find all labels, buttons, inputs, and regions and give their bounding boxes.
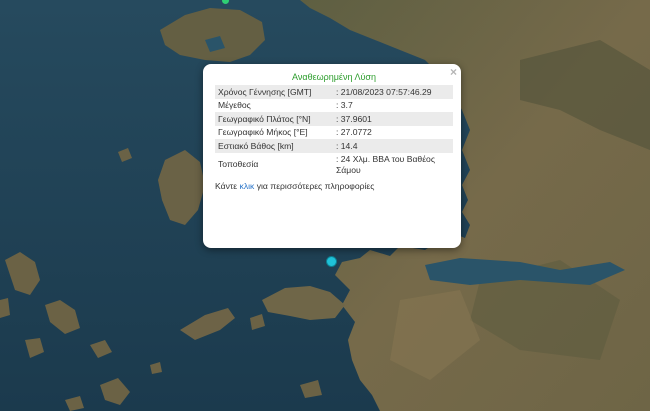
row-latitude: Γεωγραφικό Πλάτος [°N] : 37.9601: [215, 112, 453, 126]
info-table: Χρόνος Γέννησης [GMT] : 21/08/2023 07:57…: [215, 85, 453, 177]
footer-pre: Κάντε: [215, 180, 240, 191]
popup-title: Αναθεωρημένη Λύση: [292, 72, 376, 82]
footer-post: για περισσότερες πληροφορίες: [254, 180, 375, 191]
row-depth: Εστιακό Βάθος [km] : 14.4: [215, 139, 453, 153]
row-location: Τοποθεσία : 24 Χλμ. ΒΒΑ του Βαθέος Σάμου: [215, 153, 453, 177]
earthquake-info-popup: × Αναθεωρημένη Λύση Χρόνος Γέννησης [GMT…: [203, 64, 461, 248]
value-latitude: : 37.9601: [333, 112, 453, 126]
value-magnitude: : 3.7: [336, 100, 353, 110]
row-longitude: Γεωγραφικό Μήκος [°E] : 27.0772: [215, 126, 453, 140]
label-latitude: Γεωγραφικό Πλάτος [°N]: [215, 112, 333, 126]
value-depth: : 14.4: [333, 139, 453, 153]
more-info-link[interactable]: κλικ: [240, 181, 255, 191]
value-location: : 24 Χλμ. ΒΒΑ του Βαθέος Σάμου: [336, 154, 435, 175]
label-magnitude: Μέγεθος: [218, 100, 251, 110]
value-longitude: : 27.0772: [336, 127, 372, 137]
label-origin-time: Χρόνος Γέννησης [GMT]: [215, 85, 333, 99]
value-origin-time: : 21/08/2023 07:57:46.29: [333, 85, 453, 99]
label-location: Τοποθεσία: [218, 159, 259, 170]
label-depth: Εστιακό Βάθος [km]: [215, 139, 333, 153]
earthquake-marker-icon[interactable]: [326, 256, 337, 267]
row-origin-time: Χρόνος Γέννησης [GMT] : 21/08/2023 07:57…: [215, 85, 453, 99]
label-longitude: Γεωγραφικό Μήκος [°E]: [218, 127, 308, 137]
close-icon[interactable]: ×: [450, 65, 457, 79]
row-magnitude: Μέγεθος : 3.7: [215, 99, 453, 113]
popup-footer: Κάντε κλικ για περισσότερες πληροφορίες: [215, 180, 453, 192]
